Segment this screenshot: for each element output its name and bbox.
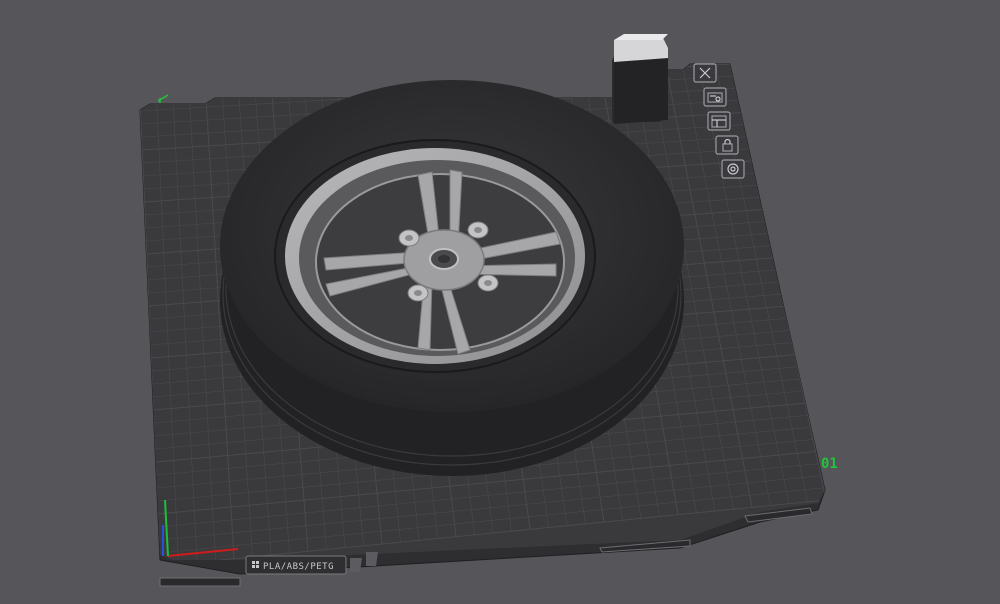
plate-notch-left (159, 577, 241, 587)
remove-plate-button[interactable] (693, 63, 717, 83)
auto-arrange-button[interactable] (703, 87, 727, 107)
lock-plate-button[interactable] (715, 135, 739, 155)
prime-tower[interactable] (612, 34, 668, 124)
3d-viewport[interactable]: PLA/ABS/PETG 01 (0, 0, 1000, 604)
orient-plate-button[interactable] (721, 159, 745, 179)
plate-origin-marker (157, 94, 169, 103)
plate-settings-button[interactable] (707, 111, 731, 131)
plate-label-text: PLA/ABS/PETG (263, 562, 334, 572)
wheel-with-tire[interactable] (220, 80, 684, 476)
settings-panel-icon (711, 115, 727, 128)
arrange-icon (707, 92, 723, 103)
plate-number: 01 (821, 456, 838, 472)
